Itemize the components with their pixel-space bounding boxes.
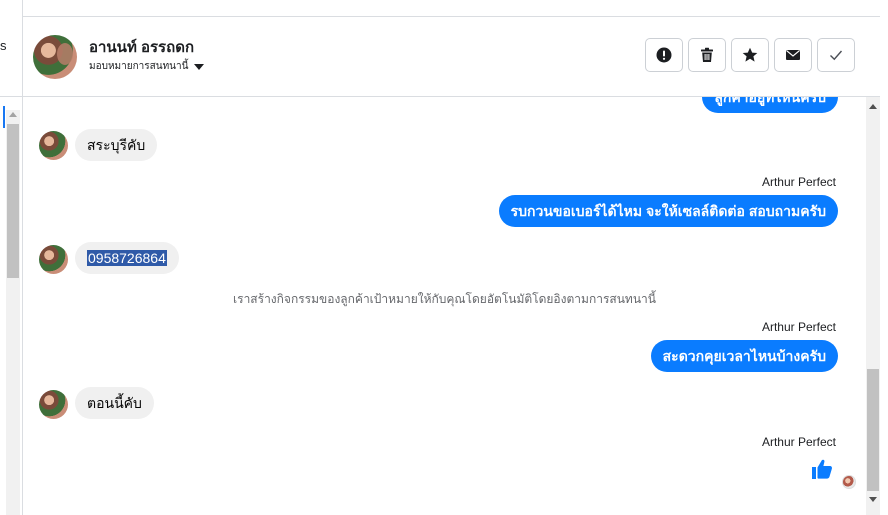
scroll-up-icon[interactable] [869,104,877,109]
left-panel-strip: s [0,0,23,515]
check-icon [830,50,843,61]
star-icon [742,47,758,62]
left-scrollbar[interactable] [6,110,20,515]
sender-avatar [39,390,68,419]
assign-label: มอบหมายการสนทนานี้ [89,61,189,72]
star-button[interactable] [731,38,769,72]
done-button[interactable] [817,38,855,72]
sender-avatar [39,131,68,160]
envelope-icon [786,50,800,60]
incoming-message[interactable]: ตอนนี้คับ [75,387,154,419]
system-note: เราสร้างกิจกรรมของลูกค้าเป้าหมายให้กับคุ… [233,292,656,306]
left-scroll-up-icon[interactable] [9,112,17,117]
outgoing-message[interactable]: ลูกค้าอยู่ที่ไหนครับ [702,97,838,113]
incoming-message[interactable]: สระบุรีคับ [75,129,158,161]
seen-avatar [842,475,856,489]
sender-name: Arthur Perfect [761,435,836,449]
sender-name: Arthur Perfect [761,320,836,334]
contact-avatar[interactable] [33,35,77,79]
header-actions [645,38,855,72]
sender-avatar [39,245,68,274]
left-active-indicator [3,106,5,128]
left-divider [0,96,22,97]
assign-conversation-dropdown[interactable]: มอบหมายการสนทนานี้ [89,59,205,74]
conversation-scrollbar[interactable] [866,97,880,515]
unread-button[interactable] [774,38,812,72]
outgoing-message[interactable]: สะดวกคุยเวลาไหนบ้างครับ [650,340,838,372]
scroll-thumb[interactable] [867,369,879,491]
left-scroll-thumb[interactable] [7,124,19,278]
contact-name[interactable]: อานนท์ อรรถดก [89,35,194,59]
selected-phone-number[interactable]: 0958726864 [87,250,167,266]
conversation-header: อานนท์ อรรถดก มอบหมายการสนทนานี้ [23,17,888,97]
outgoing-message[interactable]: รบกวนขอเบอร์ได้ไหม จะให้เซลล์ติดต่อ สอบถ… [498,195,838,227]
left-panel-truncated-text: s [0,38,7,53]
right-edge [880,0,888,515]
trash-icon [701,47,713,62]
caret-down-icon [194,63,205,70]
thumbs-up-icon[interactable] [810,457,834,481]
scroll-down-icon[interactable] [869,497,877,502]
conversation-thread: ลูกค้าอยู่ที่ไหนครับ สระบุรีคับ Arthur P… [23,97,866,515]
sender-name: Arthur Perfect [761,175,836,189]
delete-button[interactable] [688,38,726,72]
exclamation-icon [656,47,672,63]
spam-button[interactable] [645,38,683,72]
incoming-message[interactable]: 0958726864 [75,242,179,274]
